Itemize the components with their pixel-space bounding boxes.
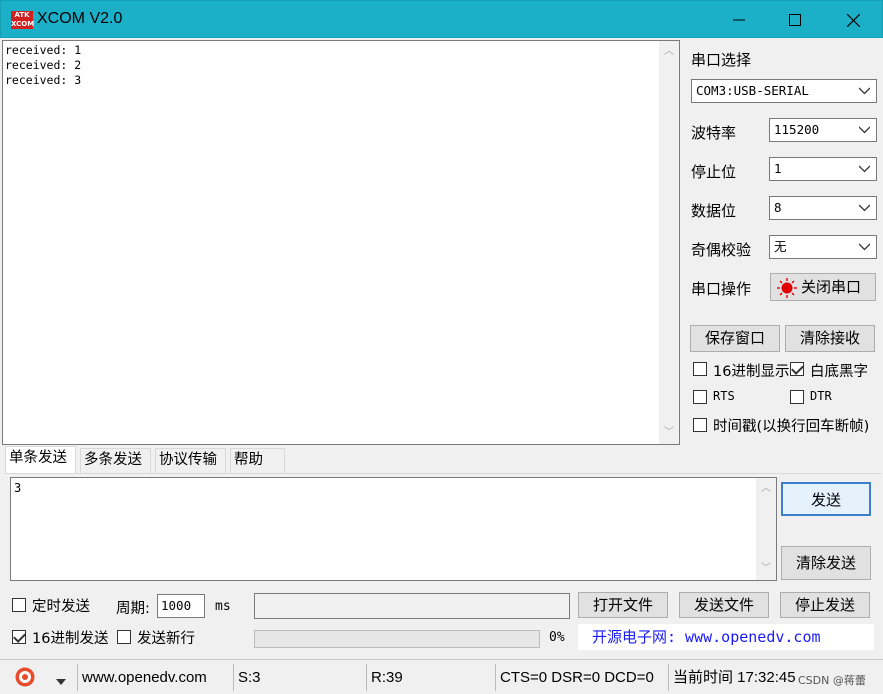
scroll-down-icon[interactable]: ﹀	[663, 428, 675, 438]
data-bits-label: 数据位	[691, 202, 737, 220]
parity-value: 无	[774, 239, 787, 254]
scroll-down-icon[interactable]: ﹀	[760, 564, 772, 574]
status-signals: CTS=0 DSR=0 DCD=0	[495, 664, 665, 691]
send-text: 3	[14, 481, 22, 495]
baud-select[interactable]: 115200	[769, 118, 877, 142]
port-op-label: 串口操作	[691, 280, 752, 298]
port-select-value: COM3:USB-SERIAL	[696, 83, 809, 98]
port-select[interactable]: COM3:USB-SERIAL	[691, 79, 877, 103]
timestamp-label[interactable]: 时间戳(以换行回车断帧)	[713, 415, 869, 436]
tab-divider	[5, 473, 881, 474]
send-progress-bar	[254, 630, 540, 648]
white-black-label[interactable]: 白底黑字	[810, 360, 868, 381]
send-textarea[interactable]: 3 ︿ ﹀	[10, 477, 777, 581]
website-banner[interactable]: 开源电子网: www.openedv.com	[578, 624, 874, 650]
close-port-button[interactable]: 关闭串口	[770, 273, 876, 301]
timed-send-label[interactable]: 定时发送	[32, 595, 90, 616]
period-unit: ms	[215, 599, 231, 614]
maximize-icon	[789, 14, 801, 26]
status-bar: www.openedv.com S:3 R:39 CTS=0 DSR=0 DCD…	[0, 659, 883, 694]
port-select-label: 串口选择	[691, 51, 752, 69]
white-black-checkbox[interactable]	[790, 362, 804, 376]
save-window-button[interactable]: 保存窗口	[690, 325, 780, 352]
open-file-button[interactable]: 打开文件	[578, 592, 668, 618]
stop-send-button[interactable]: 停止发送	[780, 592, 870, 618]
minimize-icon	[733, 19, 745, 21]
tab-single-send[interactable]: 单条发送	[5, 446, 76, 474]
parity-label: 奇偶校验	[691, 241, 752, 259]
tab-protocol[interactable]: 协议传输	[155, 448, 226, 473]
close-icon	[846, 13, 860, 28]
stop-bits-select[interactable]: 1	[769, 157, 877, 181]
hex-send-label[interactable]: 16进制发送	[32, 627, 108, 648]
close-port-label: 关闭串口	[801, 278, 862, 296]
data-bits-value: 8	[774, 200, 782, 215]
chevron-down-icon	[859, 243, 870, 251]
clear-receive-button[interactable]: 清除接收	[785, 325, 875, 352]
chevron-down-icon	[859, 87, 870, 95]
chevron-down-icon	[859, 204, 870, 212]
rts-label[interactable]: RTS	[713, 389, 735, 403]
chevron-down-icon	[859, 165, 870, 173]
rts-checkbox[interactable]	[693, 390, 707, 404]
dropdown-arrow-icon[interactable]	[56, 673, 66, 689]
settings-gear-icon[interactable]	[14, 666, 36, 688]
send-newline-label[interactable]: 发送新行	[137, 627, 195, 648]
period-input[interactable]: 1000	[157, 594, 205, 618]
watermark: CSDN @蒋蕾	[798, 674, 866, 687]
dtr-checkbox[interactable]	[790, 390, 804, 404]
status-website[interactable]: www.openedv.com	[77, 664, 227, 691]
maximize-button[interactable]	[767, 1, 823, 39]
tab-multi-send[interactable]: 多条发送	[80, 448, 151, 473]
baud-value: 115200	[774, 122, 820, 137]
minimize-button[interactable]	[711, 1, 767, 39]
port-status-icon	[777, 278, 797, 298]
window-title: XCOM V2.0	[37, 10, 123, 27]
data-bits-select[interactable]: 8	[769, 196, 877, 220]
stop-bits-value: 1	[774, 161, 782, 176]
status-time: 当前时间 17:32:45	[668, 664, 798, 691]
receive-textarea[interactable]: received: 1 received: 2 received: 3 ︿ ﹀	[2, 40, 680, 445]
stop-bits-label: 停止位	[691, 163, 737, 181]
clear-send-button[interactable]: 清除发送	[781, 546, 871, 580]
scroll-up-icon[interactable]: ︿	[663, 47, 675, 57]
progress-text: 0%	[549, 630, 565, 645]
title-bar[interactable]: ATK XCOM XCOM V2.0	[0, 0, 883, 38]
close-window-button[interactable]	[825, 1, 881, 39]
parity-select[interactable]: 无	[769, 235, 877, 259]
logo-text-top: ATK	[14, 11, 30, 19]
hex-display-checkbox[interactable]	[693, 362, 707, 376]
timestamp-checkbox[interactable]	[693, 418, 707, 432]
hex-display-label[interactable]: 16进制显示	[713, 360, 789, 381]
timed-send-checkbox[interactable]	[12, 598, 26, 612]
send-file-button[interactable]: 发送文件	[679, 592, 769, 618]
status-recv-count: R:39	[366, 664, 494, 691]
logo-text-bottom: XCOM	[11, 20, 35, 28]
app-logo-icon: ATK XCOM	[11, 11, 35, 29]
period-label: 周期:	[116, 601, 150, 617]
baud-label: 波特率	[691, 124, 737, 142]
status-sent-count: S:3	[233, 664, 363, 691]
scroll-up-icon[interactable]: ︿	[760, 484, 772, 494]
dtr-label[interactable]: DTR	[810, 389, 832, 403]
receive-text: received: 1 received: 2 received: 3	[5, 43, 82, 87]
send-scrollbar[interactable]: ︿ ﹀	[756, 478, 776, 580]
chevron-down-icon	[859, 126, 870, 134]
receive-scrollbar[interactable]: ︿ ﹀	[659, 41, 679, 444]
hex-send-checkbox[interactable]	[12, 630, 26, 644]
send-newline-checkbox[interactable]	[117, 630, 131, 644]
send-button[interactable]: 发送	[781, 482, 871, 516]
tab-help[interactable]: 帮助	[230, 448, 285, 473]
file-path-field[interactable]	[254, 593, 570, 619]
